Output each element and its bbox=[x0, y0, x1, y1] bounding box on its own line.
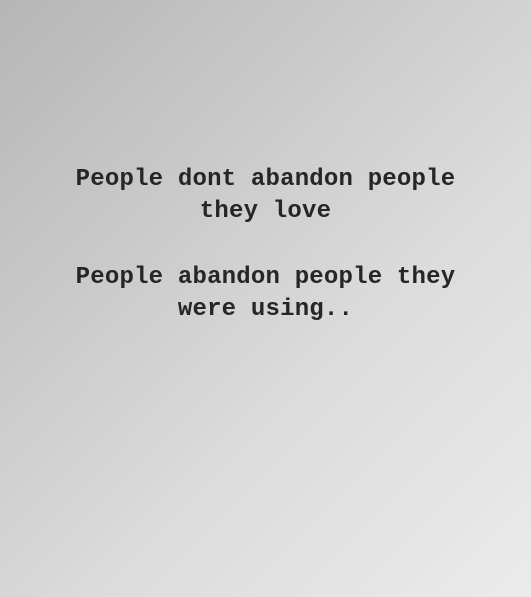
quote-paragraph-1-line-1: People dont abandon people bbox=[75, 166, 456, 193]
quote-paragraph-1-line-2: they love bbox=[199, 198, 332, 225]
quote-paragraph-2-line-2: were using.. bbox=[177, 296, 354, 323]
quote-paragraph-2-line-1: People abandon people they bbox=[75, 264, 456, 291]
quote-block: People dont abandon people they love Peo… bbox=[0, 0, 531, 597]
